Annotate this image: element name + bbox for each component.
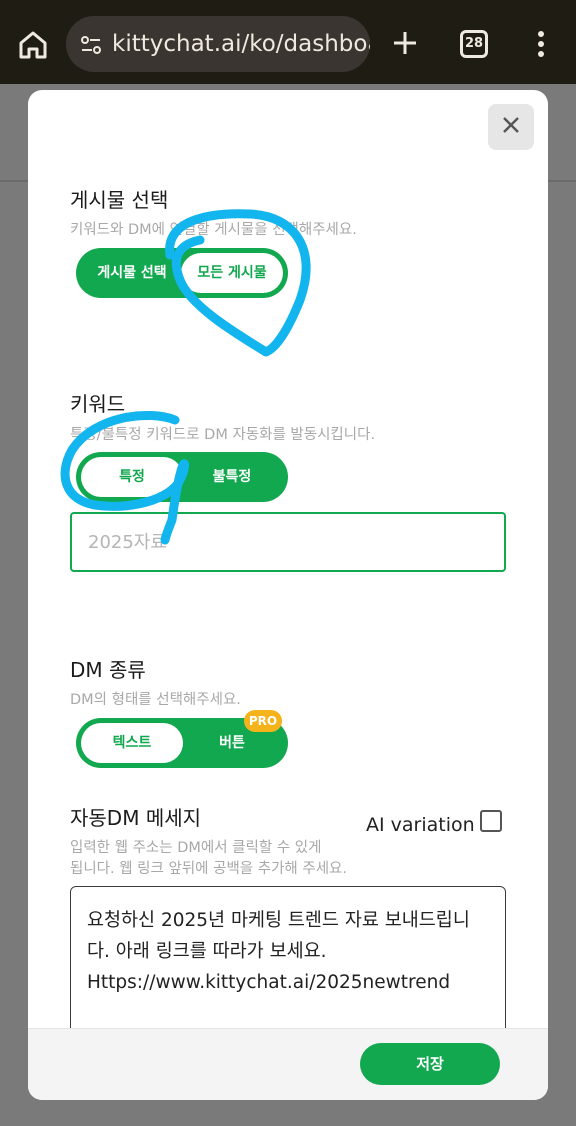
option-text[interactable]: 텍스트 [81, 723, 183, 763]
option-select-post[interactable]: 게시물 선택 [81, 253, 183, 293]
option-unspecific[interactable]: 불특정 [181, 457, 283, 497]
url-text: kittychat.ai/ko/dashboard [112, 31, 370, 57]
pro-badge: PRO [244, 710, 282, 732]
ai-variation-checkbox[interactable] [480, 810, 502, 832]
auto-dm-subtitle-line2: 됩니다. 웹 링크 앞뒤에 공백을 추가해 주세요. [70, 861, 347, 877]
keyword-section-title: 키워드 [70, 392, 126, 416]
dm-message-text: 요청하신 2025년 마케팅 트렌드 자료 보내드립니다. 아래 링크를 따라가… [87, 910, 470, 993]
dm-type-section-title: DM 종류 [70, 658, 146, 682]
dm-type-toggle: 텍스트 버튼 PRO [76, 710, 288, 768]
post-selection-toggle: 게시물 선택 모든 게시물 [76, 248, 288, 298]
post-section-subtitle: 키워드와 DM에 연결할 게시물을 선택해주세요. [70, 222, 357, 238]
option-all-posts[interactable]: 모든 게시물 [181, 253, 283, 293]
more-menu-icon[interactable] [530, 28, 552, 60]
ai-variation-label: AI variation [366, 814, 475, 836]
keyword-type-toggle: 특정 불특정 [76, 452, 288, 502]
post-section-title: 게시물 선택 [70, 188, 169, 212]
auto-dm-subtitle-line1: 입력한 웹 주소는 DM에서 클릭할 수 있게 [70, 840, 322, 856]
auto-dm-section-title: 자동DM 메세지 [70, 806, 202, 830]
close-button[interactable] [488, 104, 534, 150]
dm-type-section-subtitle: DM의 형태를 선택해주세요. [70, 692, 241, 708]
keyword-input-box [70, 512, 506, 572]
keyword-input[interactable] [72, 514, 504, 570]
modal-footer: 저장 [28, 1028, 548, 1100]
save-button[interactable]: 저장 [360, 1043, 500, 1085]
tab-switcher-button[interactable]: 28 [460, 30, 488, 58]
browser-toolbar: kittychat.ai/ko/dashboard 28 [0, 0, 576, 84]
new-tab-icon[interactable] [386, 24, 424, 62]
option-specific[interactable]: 특정 [81, 457, 183, 497]
dm-automation-modal: 게시물 선택 키워드와 DM에 연결할 게시물을 선택해주세요. 게시물 선택 … [28, 90, 548, 1100]
keyword-section-subtitle: 특정/불특정 키워드로 DM 자동화를 발동시킵니다. [70, 427, 376, 443]
address-bar[interactable]: kittychat.ai/ko/dashboard [66, 16, 370, 72]
site-settings-icon[interactable] [80, 34, 102, 56]
dm-message-textarea[interactable]: 요청하신 2025년 마케팅 트렌드 자료 보내드립니다. 아래 링크를 따라가… [70, 886, 506, 1046]
close-icon [501, 115, 521, 139]
home-icon[interactable] [14, 26, 52, 64]
